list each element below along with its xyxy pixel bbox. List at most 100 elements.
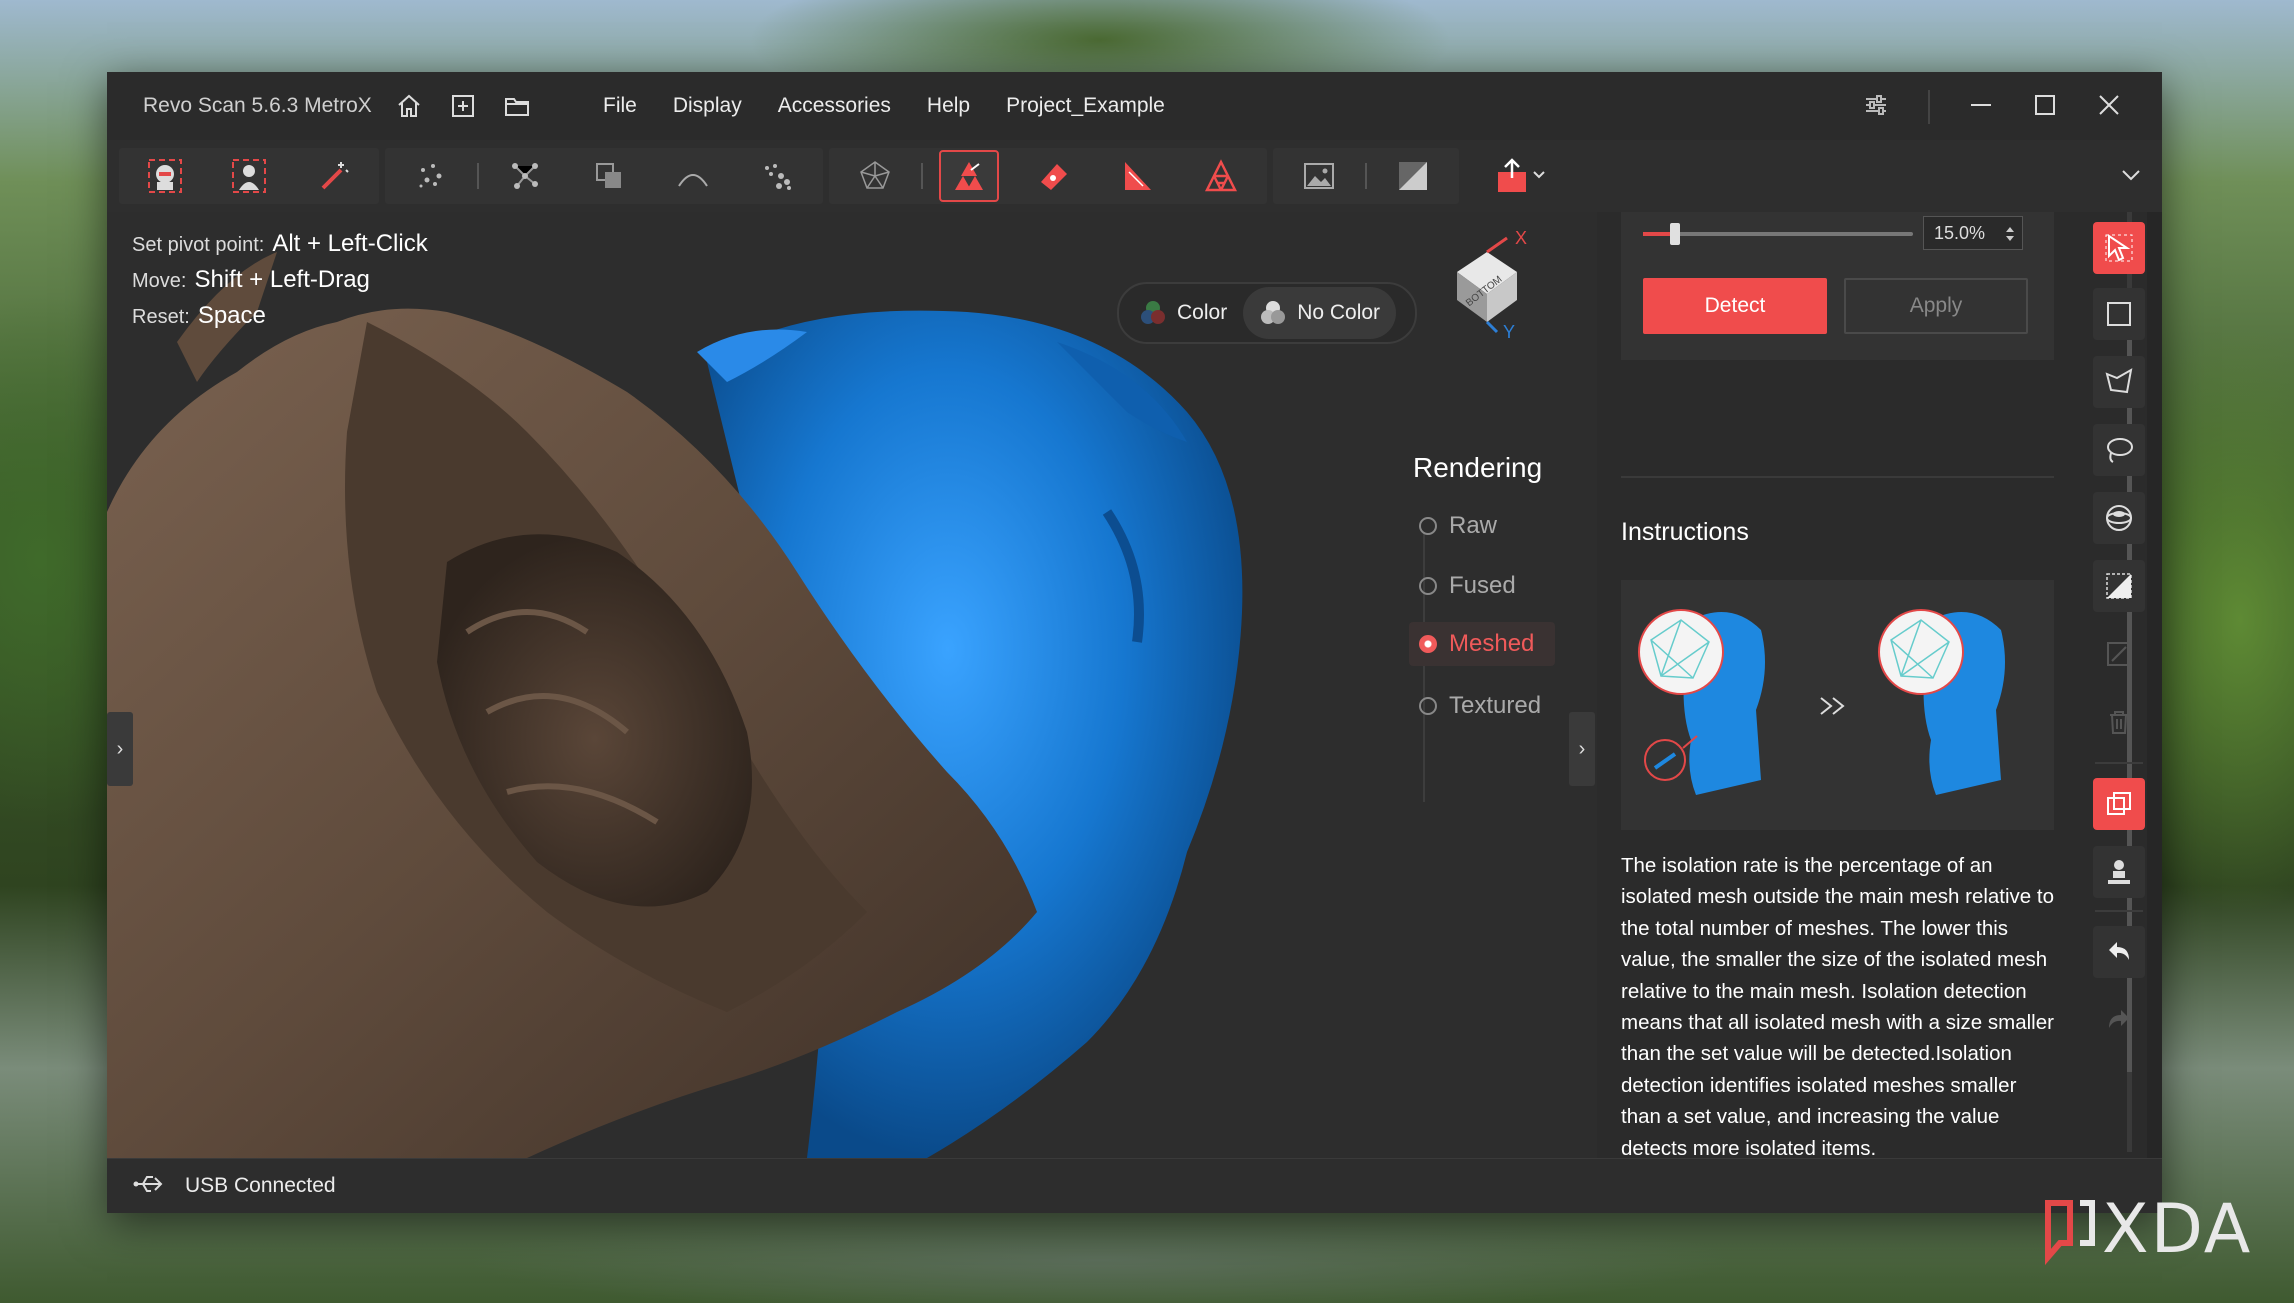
redo-icon[interactable] <box>2093 994 2145 1046</box>
slider-thumb[interactable] <box>1670 223 1681 245</box>
isolation-controls: 15.0% Detect Apply <box>1621 212 2054 360</box>
isolation-detect-icon[interactable] <box>2093 778 2145 830</box>
titlebar-divider <box>1928 90 1930 124</box>
radio-raw[interactable] <box>1419 517 1437 535</box>
merge-square-icon[interactable] <box>579 150 639 202</box>
scatter-points-icon[interactable] <box>747 150 807 202</box>
toolbar-separator <box>477 163 479 189</box>
close-icon[interactable] <box>2096 92 2122 123</box>
color-mode-color-label: Color <box>1177 301 1228 324</box>
hint-reset-keys: Space <box>197 302 266 329</box>
menu-help[interactable]: Help <box>927 94 970 118</box>
base-flatten-icon[interactable] <box>2093 846 2145 898</box>
apply-button[interactable]: Apply <box>1844 278 2028 334</box>
scan-tool-group <box>119 148 379 204</box>
isolation-panel: 15.0% Detect Apply Instructions The isol… <box>1597 212 2147 1160</box>
split-view-icon[interactable] <box>1383 150 1443 202</box>
lasso-select-icon[interactable] <box>2093 424 2145 476</box>
new-project-icon[interactable] <box>447 90 479 122</box>
open-folder-icon[interactable] <box>501 90 533 122</box>
3d-viewport[interactable]: Set pivot point: Alt + Left-Click Move: Sh… <box>107 212 1597 1158</box>
texture-tool-group <box>1273 148 1459 204</box>
rtools-divider <box>2095 762 2143 764</box>
home-icon[interactable] <box>393 90 425 122</box>
rendering-title: Rendering <box>1413 452 1543 483</box>
bust-after-icon <box>1878 609 2005 795</box>
left-panel-expand[interactable]: › <box>107 712 133 786</box>
main-toolbar <box>107 140 2162 212</box>
sphere-select-icon[interactable] <box>2093 492 2145 544</box>
axis-x-label: X <box>1515 228 1528 248</box>
render-option-textured[interactable]: Textured <box>1409 684 1553 728</box>
spinner-arrows-icon[interactable] <box>2004 225 2016 243</box>
menu-display[interactable]: Display <box>673 94 742 118</box>
project-name[interactable]: Project_Example <box>1006 94 1165 118</box>
trash-icon[interactable] <box>2093 696 2145 748</box>
render-option-meshed[interactable]: Meshed <box>1409 622 1555 666</box>
menu-file[interactable]: File <box>603 94 637 118</box>
usb-icon <box>133 1173 167 1200</box>
hint-move-label: Move: <box>132 270 187 292</box>
eraser-icon[interactable] <box>1023 150 1083 202</box>
render-option-fused-label: Fused <box>1449 572 1516 599</box>
settings-sliders-icon[interactable] <box>1862 91 1890 124</box>
polygon-select-icon[interactable] <box>2093 356 2145 408</box>
texture-image-icon[interactable] <box>1289 150 1349 202</box>
undo-icon[interactable] <box>2093 926 2145 978</box>
panel-divider <box>1621 476 2054 478</box>
rect-select-icon[interactable] <box>2093 288 2145 340</box>
menu-bar: File Display Accessories Help Project_Ex… <box>603 94 1165 118</box>
chevron-right-icon: › <box>116 737 124 760</box>
render-option-meshed-label: Meshed <box>1449 630 1535 657</box>
color-mode-color[interactable]: Color <box>1123 287 1243 339</box>
status-bar: USB Connected <box>107 1158 2162 1213</box>
render-option-fused[interactable]: Fused <box>1409 564 1528 608</box>
clear-select-icon[interactable] <box>2093 628 2145 680</box>
instructions-text: The isolation rate is the percentage of … <box>1621 854 2055 1160</box>
render-option-textured-label: Textured <box>1449 692 1542 719</box>
hint-move: Move: Shift + Left-Drag <box>132 266 370 294</box>
node-network-icon[interactable] <box>495 150 555 202</box>
mesh-dots-icon[interactable] <box>845 150 905 202</box>
mesh-triangles-icon[interactable] <box>939 150 999 202</box>
hint-pivot-label: Set pivot point: <box>132 234 265 256</box>
render-option-raw[interactable]: Raw <box>1409 504 1509 548</box>
body-scan-icon[interactable] <box>219 150 279 202</box>
simplify-mesh-icon[interactable] <box>1191 150 1251 202</box>
point-tool-group <box>385 148 823 204</box>
right-panel-toggle[interactable]: › <box>1569 712 1595 786</box>
export-dropdown-icon[interactable] <box>1477 150 1567 202</box>
magic-wand-icon[interactable] <box>303 150 363 202</box>
select-pointer-icon[interactable] <box>2093 222 2145 274</box>
invert-select-icon[interactable] <box>2093 560 2145 612</box>
toolbar-separator <box>1365 163 1367 189</box>
radio-meshed[interactable] <box>1419 635 1437 653</box>
mesh-tool-group <box>829 148 1267 204</box>
mesh-arc-icon[interactable] <box>663 150 723 202</box>
radio-textured[interactable] <box>1419 697 1437 715</box>
hint-pivot: Set pivot point: Alt + Left-Click <box>132 230 428 258</box>
head-scan-icon[interactable] <box>135 150 195 202</box>
isolation-rate-input[interactable]: 15.0% <box>1923 216 2023 250</box>
rtools-divider <box>2095 910 2143 912</box>
isolation-rate-value: 15.0% <box>1934 222 1986 243</box>
xda-watermark: XDA <box>2040 1190 2252 1269</box>
minimize-icon[interactable] <box>1968 92 1994 123</box>
instructions-illustration <box>1621 580 2054 830</box>
orientation-cube[interactable]: X Y BOTTOM <box>1437 228 1557 342</box>
render-option-raw-label: Raw <box>1449 512 1498 539</box>
isolation-slider[interactable] <box>1643 223 1913 245</box>
color-mode-no-color[interactable]: No Color <box>1243 287 1397 339</box>
toolbar-collapse-chevron-icon[interactable] <box>2118 162 2144 193</box>
hint-pivot-keys: Alt + Left-Click <box>272 230 428 257</box>
color-mode-no-color-label: No Color <box>1297 301 1381 324</box>
detect-button[interactable]: Detect <box>1643 278 1827 334</box>
radio-fused[interactable] <box>1419 577 1437 595</box>
point-cloud-icon[interactable] <box>401 150 461 202</box>
maximize-icon[interactable] <box>2032 92 2058 123</box>
connection-status: USB Connected <box>185 1174 336 1197</box>
hint-reset-label: Reset: <box>132 306 190 328</box>
plane-cut-icon[interactable] <box>1107 150 1167 202</box>
app-window: Revo Scan 5.6.3 MetroX File Display Acce… <box>107 72 2162 1213</box>
menu-accessories[interactable]: Accessories <box>778 94 891 118</box>
